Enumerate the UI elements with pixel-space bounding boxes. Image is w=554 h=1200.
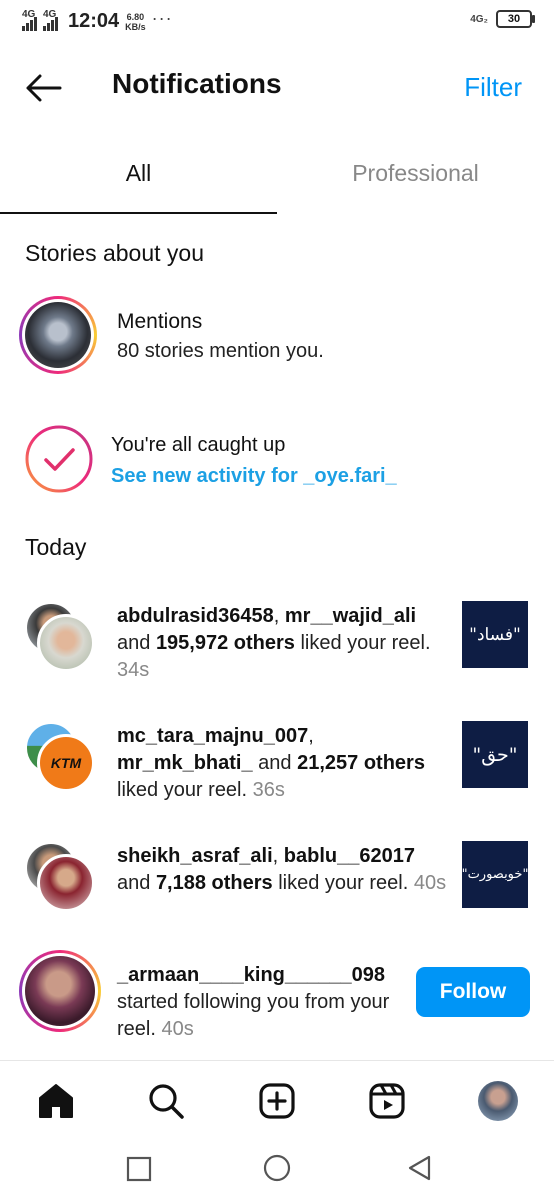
reels-icon[interactable] [367,1081,407,1121]
tab-all[interactable]: All [0,160,277,187]
follow-button[interactable]: Follow [416,967,530,1017]
battery-icon: 30 [496,10,535,28]
mentions-avatar[interactable] [19,296,97,374]
filter-button[interactable]: Filter [464,72,522,103]
avatar [37,854,95,912]
signal-icon: 4G [22,9,37,31]
reel-thumbnail[interactable]: "حق" [462,721,528,788]
tab-professional[interactable]: Professional [277,160,554,187]
list-item[interactable]: mc_tara_majnu_007, mr_mk_bhati_ and 21,2… [117,723,447,804]
mentions-title: Mentions [117,310,203,333]
ktm-logo-icon: KTM [51,755,82,771]
mentions-subtitle: 80 stories mention you. [117,340,324,362]
home-button-icon[interactable] [262,1153,292,1188]
avatar: KTM [37,734,95,792]
list-item[interactable]: abdulrasid36458, mr__wajid_ali and 195,9… [117,603,447,684]
network-speed: 6.80 KB/s [125,11,146,32]
profile-avatar[interactable] [478,1081,518,1121]
create-icon[interactable] [257,1081,297,1121]
active-tab-indicator [0,212,277,214]
list-item[interactable]: sheikh_asraf_ali, bablu__62017 and 7,188… [117,843,447,897]
caught-up-title: You're all caught up [111,434,286,456]
list-item[interactable]: _armaan____king______098 started followi… [117,962,407,1043]
liker-avatars[interactable] [25,842,95,912]
status-bar: 4G 4G 12:04 6.80 KB/s ··· 4G₂ 30 [0,0,554,44]
follower-avatar[interactable] [19,950,101,1032]
network-type: 4G₂ [470,13,488,25]
more-status-icon: ··· [151,8,173,28]
reel-thumbnail[interactable]: "فساد" [462,601,528,668]
liker-avatars[interactable] [25,602,95,672]
liker-avatars[interactable]: KTM [25,722,95,792]
avatar [37,614,95,672]
today-section-heading: Today [25,534,87,560]
search-icon[interactable] [146,1081,186,1121]
page-title: Notifications [112,68,282,99]
check-circle-icon [24,424,94,494]
bottom-navigation [0,1060,554,1141]
system-navigation [0,1140,554,1200]
reel-thumbnail[interactable]: "خوبصورت" [462,841,528,908]
recent-apps-icon[interactable] [126,1156,152,1187]
avatar [25,956,95,1026]
signal-icon-2: 4G [43,9,58,31]
back-arrow-icon[interactable] [24,70,64,106]
clock: 12:04 [68,10,120,32]
home-icon[interactable] [36,1081,76,1121]
svg-text:KTM: KTM [51,755,82,771]
back-button-icon[interactable] [405,1153,435,1188]
stories-section-heading: Stories about you [25,240,205,266]
mentions-photo [25,302,91,368]
see-new-activity-link[interactable]: See new activity for _oye.fari_ [111,465,397,488]
